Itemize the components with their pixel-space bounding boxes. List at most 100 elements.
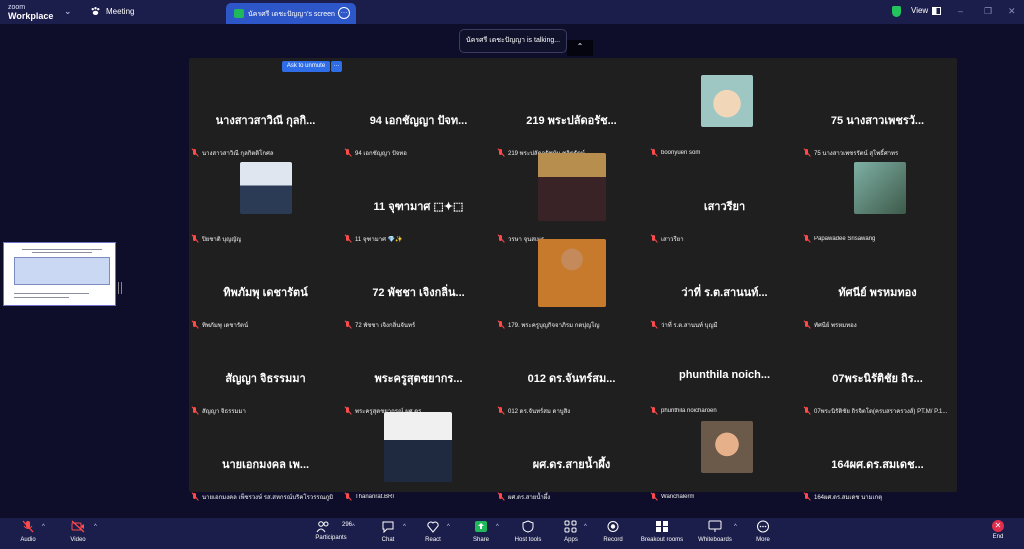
apps-label: Apps xyxy=(564,537,578,543)
participant-tile[interactable]: 94 เอกชัญญา ปัจท... 94 เอกชัญญา ปัจทอ xyxy=(342,74,495,160)
participant-tile[interactable]: 72 พัชชา เจิงกลิ่น... 72 พัชชา เจิงกลิ่นจ… xyxy=(342,246,495,332)
shared-content-box xyxy=(14,257,110,285)
participant-display-name: เสาวรียา xyxy=(703,201,746,213)
participant-name-bar: 72 พัชชา เจิงกลิ่นจันทร์ xyxy=(344,320,415,330)
participant-tile[interactable]: สัญญา จิธรรมมา สัญญา จิธรรมมา xyxy=(189,332,342,418)
participant-tile[interactable]: เสาวรียา เสาวรียา xyxy=(648,160,801,246)
participants-button[interactable]: 296 Participants xyxy=(312,520,352,541)
participant-display-name: พระครูสุตชยากร... xyxy=(374,373,463,385)
participant-display-name: 11 จุฑามาศ ⬚✦⬚ xyxy=(373,201,464,213)
more-button[interactable]: More xyxy=(750,520,776,543)
participant-tile[interactable]: 11 จุฑามาศ ⬚✦⬚ 11 จุฑามาศ 💎✨ xyxy=(342,160,495,246)
meeting-menu-button[interactable]: Meeting xyxy=(90,6,134,16)
video-button[interactable]: Video xyxy=(64,520,92,543)
participant-name: boonyuen som xyxy=(661,150,701,156)
apps-icon xyxy=(564,520,577,533)
participant-name: 75 นางสาวเพชรรัตน์ สุโพธิ์ศาทร xyxy=(814,151,899,157)
participant-tile[interactable]: นายเอกมงคล เพ... นายเอกมงคล เพ็ชรวงษ์ รส.… xyxy=(189,418,342,504)
participant-tile[interactable]: พระครูสุตชยากร...พระครูสุตชยากรณ์,ผศ.ดร. xyxy=(342,332,495,418)
participant-tile[interactable]: ทัศนีย์ พรหมทอง ทัศนีย์ พรหมทอง xyxy=(801,246,954,332)
participant-name: 164ผศ.ดร.สมเดช นามเกตุ xyxy=(814,495,883,501)
zoom-logo: zoom Workplace xyxy=(8,3,53,21)
end-button[interactable]: ✕ End xyxy=(983,520,1013,540)
participant-name: นายเอกมงคล เพ็ชรวงษ์ รส.สหกรณ์บริคโรวรรณ… xyxy=(202,495,334,501)
security-shield-icon[interactable] xyxy=(892,6,901,17)
participant-tile[interactable]: 75 นางสาวเพชรวั... 75 นางสาวเพชรรัตน์ สุโ… xyxy=(801,74,954,160)
heart-icon xyxy=(427,521,439,533)
chat-caret-icon[interactable]: ^ xyxy=(403,524,406,530)
participant-name-bar: 75 นางสาวเพชรรัตน์ สุโพธิ์ศาทร xyxy=(803,148,898,158)
view-button[interactable]: View xyxy=(911,6,942,15)
maximize-icon[interactable]: ❐ xyxy=(984,6,992,17)
react-button[interactable]: React xyxy=(420,520,446,543)
mic-muted-icon xyxy=(650,321,658,329)
participant-tile[interactable]: 164ผศ.ดร.สมเดช... 164ผศ.ดร.สมเดช นามเกตุ xyxy=(801,418,954,504)
participant-tile[interactable]: 012 ดร.จันทร์สม... 012 ดร.จันทร์สม ดาบูสิ… xyxy=(495,332,648,418)
participant-name-bar: boonyuen som xyxy=(650,148,700,158)
react-caret-icon[interactable]: ^ xyxy=(447,524,450,530)
mic-muted-icon xyxy=(344,493,352,501)
participants-caret-icon[interactable]: ^ xyxy=(352,524,355,530)
mic-muted-icon xyxy=(344,235,352,243)
participant-tile[interactable]: 07พระนิรัติชัย ถิร... 07พระนิรัติชัย ถิรจ… xyxy=(801,332,954,418)
video-label: Video xyxy=(70,537,86,543)
participant-name: ว่าที่ ร.ต.สานนท์ บุญมี xyxy=(661,323,718,329)
participant-name-bar: ทัศนีย์ พรหมทอง xyxy=(803,320,857,330)
view-label: View xyxy=(911,6,929,15)
avatar-baby xyxy=(701,75,753,127)
participant-tile[interactable]: ว่าที่ ร.ต.สานนท์... ว่าที่ ร.ต.สานนท์ บุ… xyxy=(648,246,801,332)
participant-name: ทิพภัมพุ เดชารัตน์ xyxy=(202,323,249,329)
audio-caret-icon[interactable]: ^ xyxy=(42,524,45,530)
participant-name: Papawadee Srisawang xyxy=(814,236,876,242)
mic-muted-icon xyxy=(803,149,811,157)
participant-name: สัญญา จิธรรมมา xyxy=(202,409,246,415)
participant-tile[interactable]: ผศ.ดร.สายน้ำผึ้ง ผศ.ดร.สายน้ำผึ้ง xyxy=(495,418,648,504)
mic-muted-icon xyxy=(191,493,199,501)
participant-tile[interactable]: ทิพภัมพุ เดชารัตน์ ทิพภัมพุ เดชารัตน์ xyxy=(189,246,342,332)
shared-screen-thumbnail[interactable] xyxy=(3,242,116,306)
title-bar: zoom Workplace ⌄ Meeting นัครศรี เดชะปัญ… xyxy=(0,0,1024,24)
chevron-down-icon[interactable]: ⌄ xyxy=(64,6,72,17)
avatar-man-suit xyxy=(384,412,452,482)
whiteboards-button[interactable]: Whiteboards xyxy=(695,520,735,543)
chat-button[interactable]: Chat xyxy=(375,520,401,543)
more-options-icon[interactable]: … xyxy=(338,7,350,19)
mic-muted-icon xyxy=(803,235,811,243)
record-button[interactable]: Record xyxy=(600,520,626,543)
chat-icon xyxy=(382,521,394,534)
participant-display-name: 219 พระปลัดอรัช... xyxy=(526,115,617,127)
apps-caret-icon[interactable]: ^ xyxy=(584,524,587,530)
mic-muted-icon xyxy=(22,520,34,533)
apps-button[interactable]: Apps xyxy=(558,520,584,543)
share-screen-tab[interactable]: นัครศรี เดชะปัญญา's screen … xyxy=(226,3,356,24)
resize-handle[interactable] xyxy=(118,282,122,294)
breakout-rooms-button[interactable]: Breakout rooms xyxy=(638,520,686,543)
participant-tile[interactable]: นางสาวสาวิณี กุลกิ... นางสาวสาวิณี กุลกิต… xyxy=(189,74,342,160)
minimize-icon[interactable]: – xyxy=(958,6,963,16)
share-caret-icon[interactable]: ^ xyxy=(496,524,499,530)
participant-tile[interactable]: 219 พระปลัดอรัช...219 พระปลัดอรัชษัน ชลิ… xyxy=(495,74,648,160)
breakout-rooms-label: Breakout rooms xyxy=(640,537,684,543)
collapse-chevron-icon[interactable]: ⌃ xyxy=(567,40,593,56)
mic-muted-icon xyxy=(650,493,658,501)
mic-muted-icon xyxy=(650,149,658,157)
share-button[interactable]: Share xyxy=(468,520,494,543)
participant-name: ทัศนีย์ พรหมทอง xyxy=(814,323,857,329)
ask-more-button[interactable]: … xyxy=(331,61,342,72)
chat-label: Chat xyxy=(381,537,395,543)
more-label: More xyxy=(756,537,770,543)
close-window-icon[interactable]: ✕ xyxy=(1008,6,1016,17)
share-label: Share xyxy=(472,537,489,543)
participant-name: ผศ.ดร.สายน้ำผึ้ง xyxy=(508,495,551,501)
audio-button[interactable]: Audio xyxy=(14,520,42,543)
ask-to-unmute-button[interactable]: Ask to unmute xyxy=(282,61,330,72)
video-caret-icon[interactable]: ^ xyxy=(94,524,97,530)
host-tools-button[interactable]: Host tools xyxy=(512,520,544,543)
participant-tile[interactable]: phunthila noich... phunthila noicharoen xyxy=(648,332,801,418)
whiteboards-caret-icon[interactable]: ^ xyxy=(734,524,737,530)
logo-line-2: Workplace xyxy=(8,11,54,21)
avatar-man xyxy=(240,162,292,214)
mic-muted-icon xyxy=(191,149,199,157)
participant-display-name: สัญญา จิธรรมมา xyxy=(225,373,306,385)
thumb-line xyxy=(22,249,102,250)
